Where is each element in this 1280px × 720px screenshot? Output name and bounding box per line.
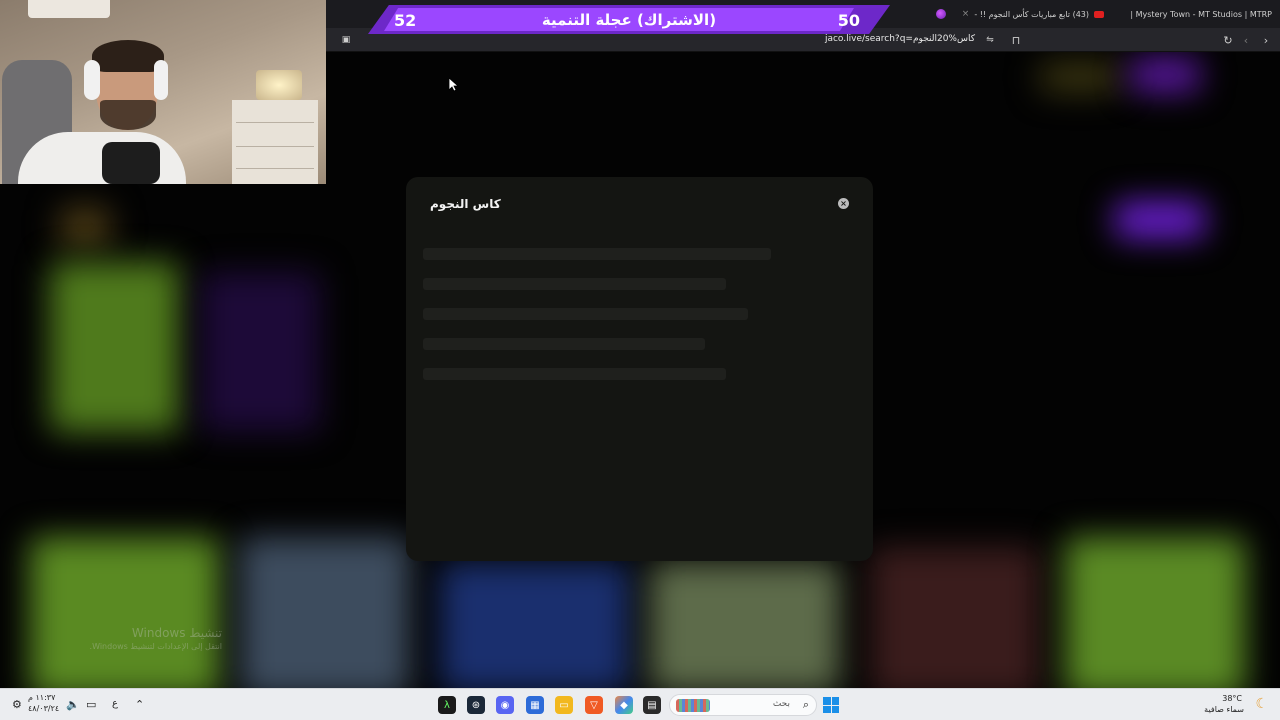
weather-desc: سماء صافية	[1204, 705, 1244, 714]
tab-mystery-town[interactable]: Mystery Town - MT Studios | MTRP |	[1130, 3, 1272, 25]
watermark-title: تنشيط Windows	[131, 626, 222, 640]
windows-activation-watermark: تنشيط Windows انتقل إلى الإعدادات لتنشيط…	[40, 626, 222, 651]
site-settings-icon[interactable]: ⇋	[982, 32, 998, 48]
blurred-tile	[1115, 202, 1205, 238]
forward-icon[interactable]: ›	[1258, 32, 1274, 48]
task-view-icon[interactable]: ▤	[643, 696, 661, 714]
language-indicator[interactable]: ع	[112, 698, 118, 709]
clock-date: ٤٨/٠٣/٢٤	[28, 704, 60, 713]
loading-skeleton	[423, 248, 771, 260]
close-icon[interactable]: ×	[838, 198, 849, 209]
blurred-tile	[1040, 62, 1120, 92]
blurred-tile	[650, 562, 840, 688]
bookmark-icon[interactable]: ⊓	[1008, 32, 1024, 48]
display-icon[interactable]: ▭	[86, 698, 96, 711]
loading-skeleton	[423, 278, 726, 290]
headset-left	[84, 60, 100, 100]
drawer-line	[236, 122, 314, 123]
steam-icon[interactable]: ⊛	[467, 696, 485, 714]
blurred-tile	[200, 272, 320, 432]
loading-skeleton	[423, 308, 748, 320]
blurred-tile	[240, 537, 410, 688]
mouse-cursor-icon	[448, 77, 460, 92]
blurred-tile	[50, 262, 180, 432]
weather-temp: 38°C	[1222, 694, 1242, 703]
chevron-up-icon[interactable]: ⌃	[135, 698, 144, 711]
loading-skeleton	[423, 368, 726, 380]
watermark-subtitle: انتقل إلى الإعدادات لتنشيط Windows.	[89, 642, 222, 651]
dresser	[232, 100, 318, 184]
search-icon: ⌕	[802, 698, 809, 711]
tab-youtube[interactable]: (43) تابع مباريات كأس النجوم !! - ×	[962, 3, 1104, 25]
search-modal: كاس النجوم ×	[406, 177, 873, 561]
tab-label: (43) تابع مباريات كأس النجوم !! -	[974, 9, 1089, 19]
speaker-icon[interactable]: 🔈	[66, 698, 80, 711]
store-icon[interactable]: ▦	[526, 696, 544, 714]
search-placeholder: بحث	[772, 699, 790, 709]
brave-browser-icon[interactable]: ▽	[585, 696, 603, 714]
microphone	[102, 142, 160, 184]
clock[interactable]: ١١:٣٧ م ٤٨/٠٣/٢٤	[28, 693, 62, 713]
notification-icon[interactable]: ⚙	[12, 698, 22, 711]
headset-right	[154, 60, 168, 100]
blurred-tile	[440, 562, 630, 688]
file-explorer-icon[interactable]: ▭	[555, 696, 573, 714]
reload-icon[interactable]: ↻	[1220, 32, 1236, 48]
blurred-tile	[60, 207, 110, 247]
goal-title: (الاشتراك) عجلة التنمية	[541, 11, 717, 29]
tab-label: Mystery Town - MT Studios | MTRP |	[1130, 9, 1272, 19]
extension-icon	[936, 9, 946, 19]
webcam-feed	[0, 0, 326, 184]
tab-close-icon[interactable]: ×	[962, 9, 970, 19]
reader-mode-icon[interactable]: ▣	[338, 32, 354, 48]
tab-extension[interactable]	[936, 3, 946, 25]
discord-icon[interactable]: ◉	[496, 696, 514, 714]
subscription-goal-bar: 50 52 (الاشتراك) عجلة التنمية	[368, 5, 890, 34]
taskbar-search[interactable]: ⌕ بحث	[669, 694, 817, 716]
modal-title: كاس النجوم	[430, 197, 501, 211]
drawer-line	[236, 168, 314, 169]
streamer-beard	[100, 100, 156, 130]
search-highlight-icon	[676, 699, 710, 712]
youtube-icon	[1094, 10, 1104, 18]
drawer-line	[236, 146, 314, 147]
colorful-app-icon[interactable]: ◆	[615, 696, 633, 714]
loading-skeleton	[423, 338, 705, 350]
app-x-icon[interactable]: λ	[438, 696, 456, 714]
blurred-tile	[1065, 537, 1245, 688]
air-conditioner	[28, 0, 110, 18]
start-icon[interactable]	[823, 697, 839, 713]
clock-time: ١١:٣٧ م	[28, 693, 56, 702]
moon-icon: ☾	[1255, 696, 1268, 712]
weather-widget[interactable]: ☾ 38°C سماء صافية	[1194, 692, 1274, 718]
blurred-tile	[870, 547, 1040, 688]
url-text[interactable]: jaco.live/search?q=كاس%20النجوم	[825, 34, 975, 44]
blurred-tile	[30, 537, 220, 688]
back-icon[interactable]: ‹	[1238, 32, 1254, 48]
windows-taskbar: ☾ 38°C سماء صافية ⌕ بحث ▤ ◆ ▽ ▭ ▦ ◉ ⊛ λ …	[0, 688, 1280, 720]
lamp	[256, 70, 302, 100]
blurred-tile	[1130, 58, 1200, 92]
